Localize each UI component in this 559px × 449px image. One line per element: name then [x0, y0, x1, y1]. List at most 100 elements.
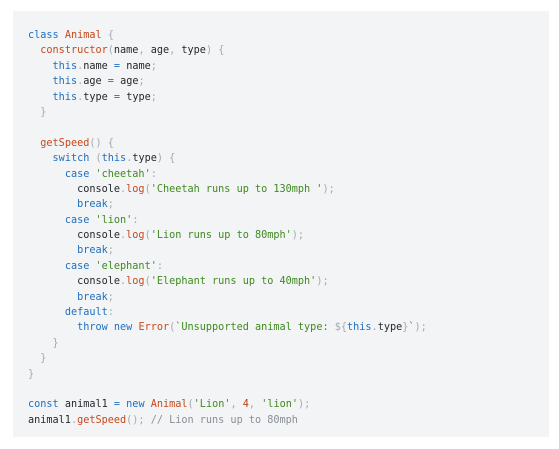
code-keyword: new [126, 399, 145, 411]
code-function-name: log [126, 276, 145, 288]
code-identifier: type [181, 45, 206, 57]
code-identifier: type [83, 91, 108, 103]
code-line: class Animal { [28, 28, 549, 43]
code-string: 'lion' [261, 399, 298, 411]
code-line: animal1.getSpeed(); // Lion runs up to 8… [28, 413, 549, 428]
code-identifier: console [77, 276, 121, 288]
code-string: 'cheetah' [95, 168, 151, 180]
code-identifier: type [126, 91, 151, 103]
code-line: throw new Error(`Unsupported animal type… [28, 320, 549, 335]
code-line: } [28, 351, 549, 366]
code-line: this.name = name; [28, 59, 549, 74]
code-punctuation: : [107, 307, 114, 319]
code-identifier: animal1 [28, 414, 71, 426]
code-keyword: this [52, 91, 78, 103]
code-line: ​ [28, 382, 549, 397]
code-line: console.log('Elephant runs up to 40mph')… [28, 274, 549, 289]
code-punctuation: ; [138, 76, 145, 88]
code-keyword: new [113, 322, 133, 334]
code-punctuation: ; [150, 91, 157, 103]
code-function-name: getSpeed [40, 137, 90, 149]
code-identifier: age [150, 45, 170, 57]
code-punctuation: ; [150, 60, 157, 72]
code-keyword: case [64, 260, 90, 272]
code-line: this.age = age; [28, 74, 549, 89]
code-punctuation: ; [107, 291, 114, 303]
code-line: ​ [28, 120, 549, 135]
code-line: } [28, 105, 549, 120]
code-line: break; [28, 197, 549, 212]
code-string: 'Lion' [193, 399, 231, 411]
code-punctuation: ); [298, 399, 311, 411]
code-string: 'Lion runs up to 80mph' [150, 230, 292, 242]
code-line: case 'elephant': [28, 259, 549, 274]
code-function-name: Error [138, 322, 170, 334]
code-function-name: log [126, 183, 145, 195]
code-punctuation: ); [291, 230, 305, 242]
code-line: break; [28, 290, 549, 305]
code-line: case 'lion': [28, 213, 549, 228]
code-line: case 'cheetah': [28, 167, 549, 182]
code-punctuation: ); [316, 276, 329, 288]
code-line: constructor(name, age, type) { [28, 43, 549, 58]
code-punctuation: : [150, 168, 157, 180]
code-keyword: default [64, 307, 108, 319]
code-keyword: const [28, 399, 59, 411]
code-keyword: switch [52, 153, 90, 165]
code-function-name: Animal [64, 30, 102, 41]
code-line: break; [28, 243, 549, 258]
code-keyword: this [52, 60, 78, 72]
code-identifier: animal1 [64, 399, 108, 411]
code-line: } [28, 367, 549, 382]
code-line: default: [28, 305, 549, 320]
code-identifier: name [83, 60, 108, 72]
code-keyword: this [347, 322, 372, 334]
code-identifier: console [77, 230, 121, 242]
code-comment: // Lion runs up to 80mph [150, 414, 298, 426]
code-line: console.log('Cheetah runs up to 130mph '… [28, 182, 549, 197]
code-function-name: getSpeed [77, 414, 127, 426]
code-keyword: case [64, 214, 90, 226]
code-keyword: this [101, 153, 127, 165]
code-keyword: break [77, 199, 108, 211]
code-identifier: type [132, 153, 157, 165]
code-identifier: console [77, 183, 121, 195]
code-line: } [28, 336, 549, 351]
code-punctuation: ; [107, 199, 114, 211]
code-punctuation: { [169, 153, 176, 165]
code-identifier: age [120, 76, 139, 88]
code-string: 'Elephant runs up to 40mph' [150, 276, 317, 288]
code-string: `Unsupported animal type: [175, 322, 335, 334]
code-line: console.log('Lion runs up to 80mph'); [28, 228, 549, 243]
code-punctuation: } [28, 368, 35, 380]
code-punctuation: () [89, 137, 102, 149]
code-string: 'elephant' [95, 260, 157, 272]
code-punctuation: ; [107, 245, 114, 257]
code-identifier: type [377, 322, 403, 334]
code-block: class Animal { constructor(name, age, ty… [13, 11, 549, 437]
code-string: 'lion' [95, 214, 133, 226]
code-punctuation: : [156, 260, 163, 272]
code-identifier: name [113, 45, 139, 57]
code-punctuation: { [107, 137, 114, 149]
code-line: const animal1 = new Animal('Lion', 4, 'l… [28, 397, 549, 412]
code-punctuation: ); [322, 183, 335, 195]
code-keyword: throw [77, 322, 108, 334]
